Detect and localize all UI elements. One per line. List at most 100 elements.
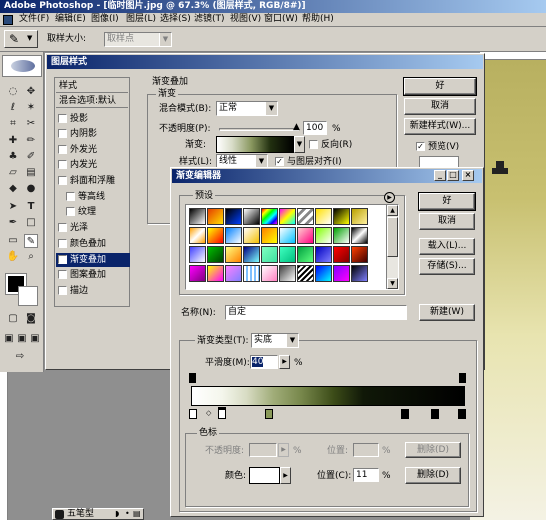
move-icon[interactable]: ✥ — [24, 85, 38, 99]
maximize-icon[interactable]: □ — [447, 170, 459, 181]
slice-icon[interactable]: ✂ — [24, 117, 38, 131]
color-stop[interactable] — [401, 409, 409, 419]
preset-swatch[interactable] — [261, 265, 278, 282]
preset-swatch[interactable] — [297, 246, 314, 263]
gradient-preview-bar[interactable] — [191, 386, 465, 406]
align-checkbox[interactable]: ✓ — [275, 157, 284, 166]
eraser-icon[interactable]: ▱ — [6, 166, 20, 180]
style-checkbox[interactable]: ✓ — [58, 255, 67, 264]
preset-swatch[interactable] — [297, 265, 314, 282]
scroll-down-icon[interactable]: ▼ — [387, 278, 398, 289]
preset-swatch[interactable] — [189, 227, 206, 244]
style-item-inner-shadow[interactable]: 内阴影 — [56, 127, 130, 141]
style-item-stroke[interactable]: 描边 — [56, 284, 130, 298]
style-checkbox[interactable] — [58, 270, 67, 279]
preset-swatch[interactable] — [225, 227, 242, 244]
menu-image[interactable]: 图像(I) — [91, 14, 119, 25]
shape-icon[interactable]: □ — [24, 216, 38, 230]
preset-swatch[interactable] — [315, 208, 332, 225]
healing-icon[interactable]: ✚ — [6, 134, 20, 148]
new-gradient-button[interactable]: 新建(W) — [419, 304, 475, 321]
dodge-icon[interactable]: ● — [24, 182, 38, 196]
color-stop[interactable] — [265, 409, 273, 419]
lasso-icon[interactable]: ℓ — [6, 101, 20, 115]
preset-swatch[interactable] — [189, 265, 206, 282]
jump-to-imageready-icon[interactable]: ⇨ — [10, 350, 30, 364]
color-stop-selected[interactable] — [218, 409, 226, 419]
preset-swatch[interactable] — [225, 265, 242, 282]
screen-mode-icon[interactable]: ▣ — [2, 332, 16, 346]
style-item-color-overlay[interactable]: 颜色叠加 — [56, 237, 130, 251]
smoothness-input[interactable]: 40 — [250, 355, 278, 369]
scroll-up-icon[interactable]: ▲ — [387, 205, 398, 216]
opacity-slider-thumb[interactable]: ▲ — [293, 122, 300, 132]
color-stop[interactable] — [189, 409, 197, 419]
app-menu-icon[interactable] — [3, 15, 13, 25]
smoothness-dropdown[interactable]: ▶ — [279, 355, 290, 369]
style-checkbox[interactable] — [66, 192, 75, 201]
style-item-inner-glow[interactable]: 内发光 — [56, 158, 130, 172]
preset-swatch[interactable] — [243, 246, 260, 263]
style-checkbox[interactable] — [66, 207, 75, 216]
style-item-texture[interactable]: 纹理 — [64, 205, 138, 219]
menu-window[interactable]: 窗口(W) — [264, 14, 298, 25]
blend-options-item[interactable]: 混合选项:默认 — [56, 94, 128, 108]
preset-swatch[interactable] — [315, 265, 332, 282]
ime-logo-icon[interactable] — [55, 510, 64, 519]
preset-swatch[interactable] — [207, 265, 224, 282]
gradient-cancel-button[interactable]: 取消 — [419, 213, 475, 230]
style-item-gradient-overlay[interactable]: ✓ 渐变叠加 — [56, 253, 130, 267]
menu-edit[interactable]: 编辑(E) — [55, 14, 86, 25]
preset-swatch[interactable] — [225, 208, 242, 225]
preset-swatch[interactable] — [261, 208, 278, 225]
preset-swatch[interactable] — [243, 265, 260, 282]
midpoint-marker[interactable]: ◇ — [206, 409, 211, 417]
layer-style-ok-button[interactable]: 好 — [403, 77, 477, 96]
preset-swatch[interactable] — [207, 227, 224, 244]
style-checkbox[interactable] — [58, 129, 67, 138]
crop-icon[interactable]: ⌗ — [6, 117, 20, 131]
preset-swatch[interactable] — [351, 227, 368, 244]
presets-grid[interactable]: ▲ ▼ — [185, 204, 399, 290]
preset-swatch[interactable] — [333, 246, 350, 263]
color-location-input[interactable]: 11 — [353, 468, 379, 482]
preset-swatch[interactable] — [207, 208, 224, 225]
ime-keyboard-icon[interactable]: ▤ — [133, 509, 141, 518]
preset-swatch[interactable] — [333, 227, 350, 244]
style-item-pattern-overlay[interactable]: 图案叠加 — [56, 268, 130, 282]
preset-swatch[interactable] — [243, 208, 260, 225]
gradient-type-select[interactable]: 实底 ▼ — [251, 333, 299, 348]
hand-icon[interactable]: ✋ — [6, 250, 20, 264]
opacity-slider-track[interactable] — [219, 128, 299, 131]
preset-swatch[interactable] — [333, 208, 350, 225]
magic-wand-icon[interactable]: ✶ — [24, 101, 38, 115]
menu-help[interactable]: 帮助(H) — [302, 14, 334, 25]
preset-swatch[interactable] — [297, 227, 314, 244]
style-checkbox[interactable] — [58, 160, 67, 169]
layer-style-cancel-button[interactable]: 取消 — [404, 98, 476, 115]
marquee-icon[interactable]: ◌ — [6, 85, 20, 99]
preset-swatch[interactable] — [351, 265, 368, 282]
ime-punct-icon[interactable]: ◗ — [115, 509, 119, 518]
preset-swatch[interactable] — [351, 208, 368, 225]
load-button[interactable]: 载入(L)... — [419, 238, 475, 255]
opacity-stop-right[interactable] — [459, 373, 466, 383]
preset-swatch[interactable] — [189, 208, 206, 225]
color-stop[interactable] — [458, 409, 466, 419]
preset-swatch[interactable] — [261, 227, 278, 244]
ime-dot-icon[interactable]: • — [125, 509, 130, 518]
reverse-checkbox[interactable] — [309, 140, 318, 149]
stop-color-swatch[interactable] — [249, 467, 280, 484]
opacity-input[interactable]: 100 — [303, 121, 327, 135]
eyedropper-tool-icon[interactable]: ✎ — [24, 234, 38, 248]
presets-scrollbar[interactable]: ▲ ▼ — [386, 205, 398, 289]
screen-mode-2-icon[interactable]: ▣ — [15, 332, 29, 346]
style-checkbox[interactable] — [58, 176, 67, 185]
brush-icon[interactable]: ✏ — [24, 134, 38, 148]
preset-swatch[interactable] — [351, 246, 368, 263]
style-checkbox[interactable] — [58, 239, 67, 248]
save-button[interactable]: 存储(S)... — [419, 258, 475, 275]
preset-swatch[interactable] — [333, 265, 350, 282]
menu-view[interactable]: 视图(V) — [230, 14, 261, 25]
gradient-ok-button[interactable]: 好 — [418, 192, 476, 211]
